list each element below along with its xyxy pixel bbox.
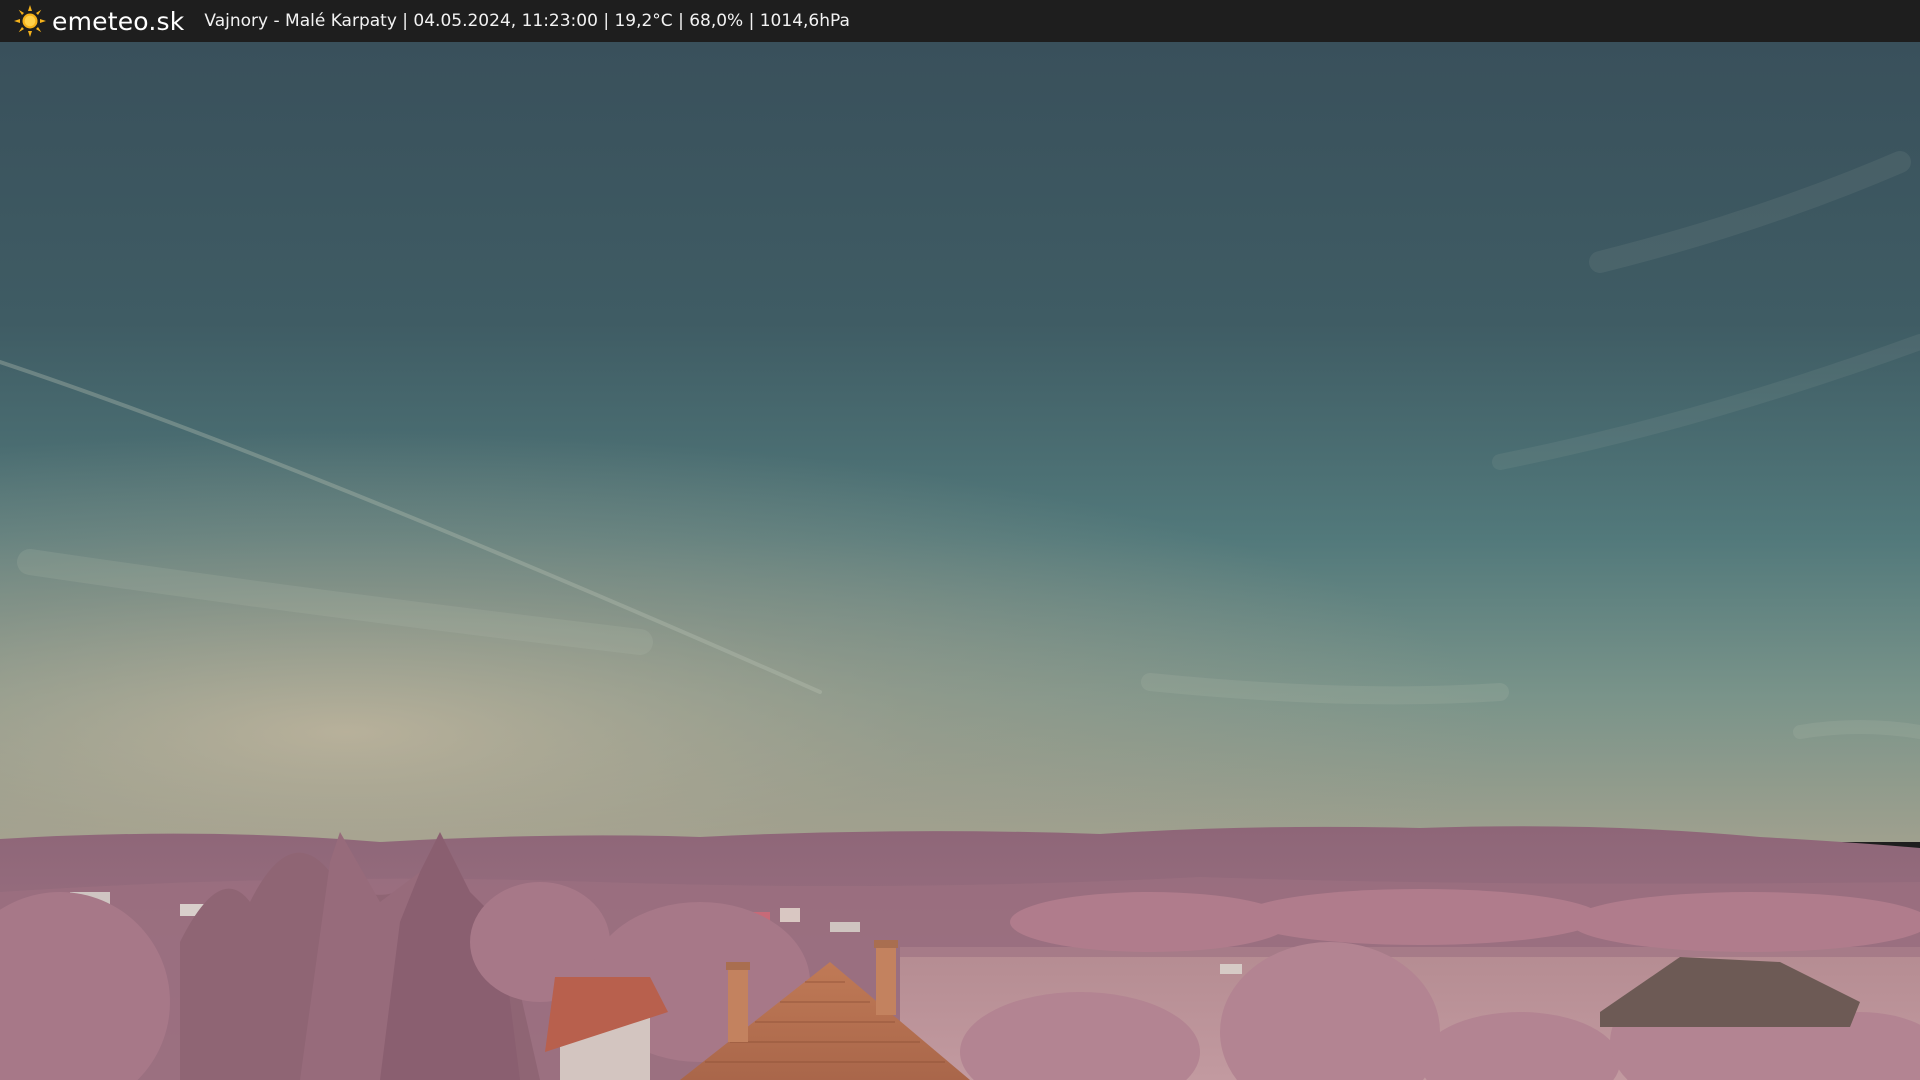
caption-bar: emeteo.sk Vajnory - Malé Karpaty | 04.05…: [0, 0, 1920, 42]
left-house: [545, 977, 668, 1080]
logo-text: emeteo.sk: [52, 6, 185, 36]
sun-icon: [14, 5, 46, 37]
webcam-frame: emeteo.sk Vajnory - Malé Karpaty | 04.05…: [0, 0, 1920, 1080]
emeteo-logo[interactable]: emeteo.sk: [14, 0, 184, 42]
chimney-left: [728, 967, 748, 1042]
webcam-image: [0, 42, 1920, 1080]
chimney-right: [876, 945, 896, 1015]
station-caption: Vajnory - Malé Karpaty | 04.05.2024, 11:…: [204, 11, 850, 31]
